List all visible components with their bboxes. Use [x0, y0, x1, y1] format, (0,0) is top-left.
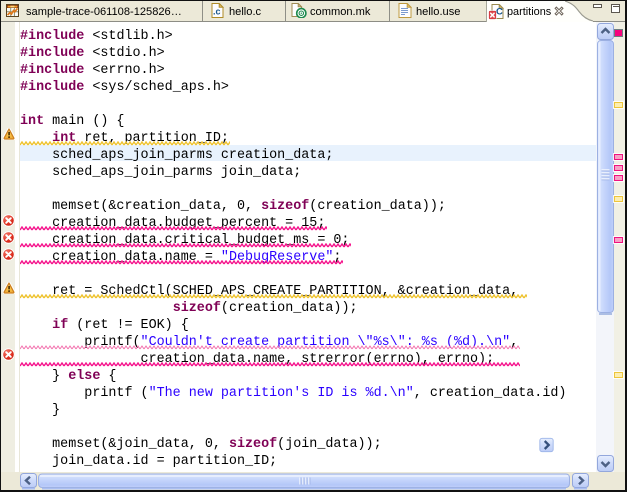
svg-text:.c: .c [213, 7, 221, 17]
svg-text:C: C [496, 7, 503, 18]
